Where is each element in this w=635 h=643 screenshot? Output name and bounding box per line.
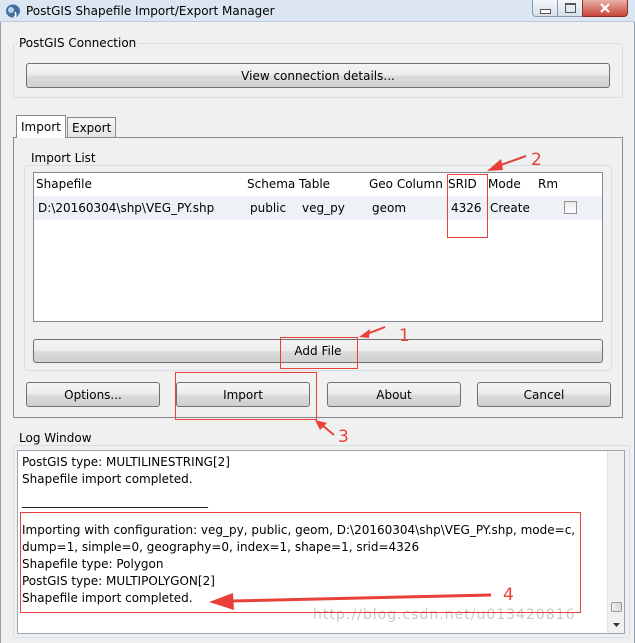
minimize-icon <box>539 8 551 14</box>
title-bar[interactable]: PostGIS Shapefile Import/Export Manager <box>0 0 635 22</box>
window-client-area: PostGIS Connection View connection detai… <box>0 22 635 643</box>
window-title: PostGIS Shapefile Import/Export Manager <box>26 4 275 18</box>
maximize-icon <box>564 3 576 13</box>
close-icon <box>600 3 610 13</box>
maximize-button[interactable] <box>557 0 583 17</box>
tab-import[interactable]: Import <box>16 115 66 138</box>
annotation-arrows <box>209 155 527 610</box>
app-elephant-icon <box>5 3 21 19</box>
minimize-button[interactable] <box>532 0 558 17</box>
close-button[interactable] <box>582 0 628 17</box>
